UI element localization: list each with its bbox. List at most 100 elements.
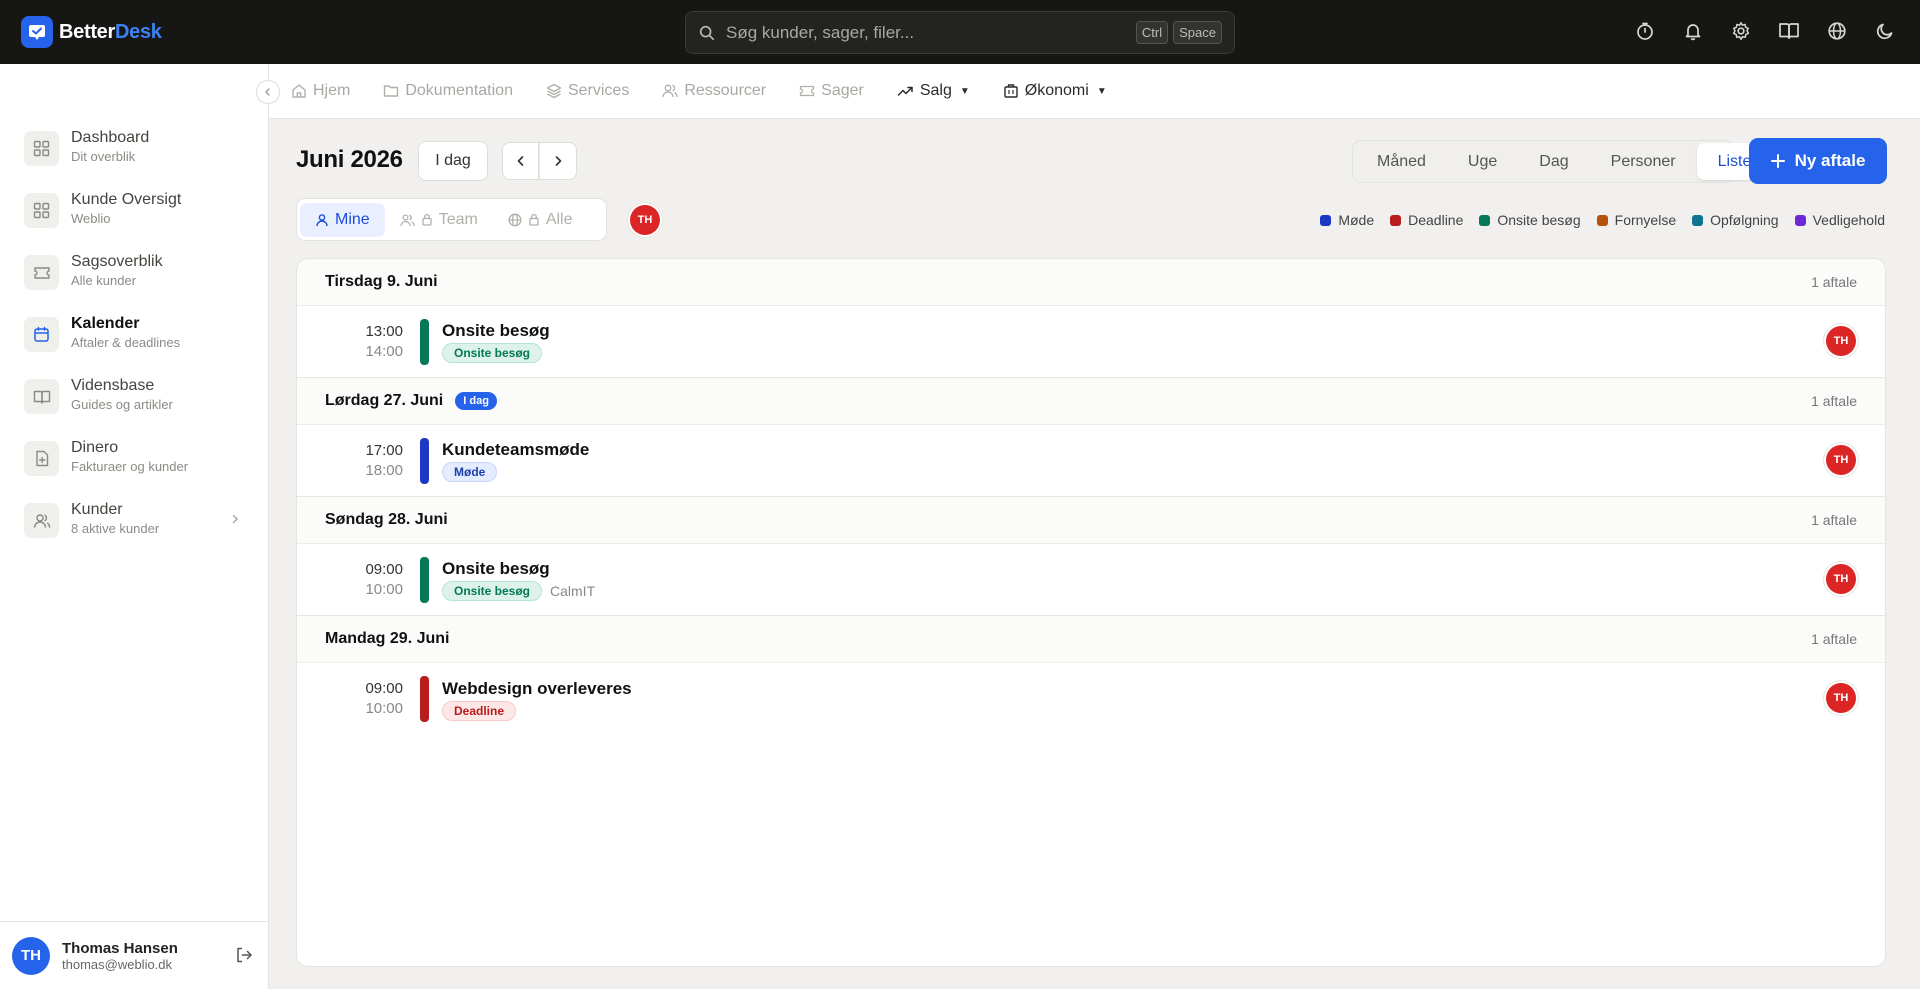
- day-header: Lørdag 27. Juni I dag 1 aftale: [297, 378, 1885, 425]
- day-header: Tirsdag 9. Juni 1 aftale: [297, 259, 1885, 306]
- top-bar: BetterDesk Ctrl Space: [0, 0, 1920, 64]
- plus-icon: [1770, 154, 1785, 168]
- avatar: TH: [1826, 445, 1856, 475]
- event-type-tag: Møde: [442, 462, 498, 482]
- sidebar-item-dinero[interactable]: Dinero Fakturaer og kunder: [24, 438, 244, 500]
- gear-icon[interactable]: [1730, 20, 1752, 42]
- sidebar-item-title: Vidensbase: [71, 377, 155, 394]
- layers-icon: [546, 83, 562, 99]
- sidebar-collapse-button[interactable]: [256, 80, 280, 104]
- sidebar-item-dashboard[interactable]: Dashboard Dit overblik: [24, 128, 244, 190]
- avatar: TH: [1826, 326, 1856, 356]
- view-month[interactable]: Måned: [1356, 143, 1447, 180]
- user-icon: [316, 213, 328, 226]
- avatar[interactable]: TH: [630, 205, 660, 235]
- scope-mine[interactable]: Mine: [300, 202, 385, 237]
- event-row[interactable]: 09:00 10:00 Onsite besøg Onsite besøg Ca…: [297, 544, 1885, 616]
- scope-label: Alle: [545, 210, 573, 228]
- event-start-time: 13:00: [365, 322, 403, 340]
- sidebar-item-subtitle: Weblio: [71, 211, 111, 226]
- subnav-services[interactable]: Services: [546, 82, 629, 100]
- subnav-label: Sager: [821, 82, 864, 99]
- sidebar-item-vidensbase[interactable]: Vidensbase Guides og artikler: [24, 376, 244, 438]
- users-icon: [400, 213, 415, 226]
- subnav-dokumentation[interactable]: Dokumentation: [383, 82, 513, 100]
- sidebar-nav: Dashboard Dit overblik Kunde Oversigt We…: [24, 128, 244, 562]
- users-icon: [24, 503, 59, 538]
- top-actions: [1634, 20, 1896, 42]
- search-input[interactable]: [726, 22, 1131, 43]
- sidebar-item-kunder[interactable]: Kunder 8 aktive kunder: [24, 500, 244, 562]
- book-icon[interactable]: [1778, 20, 1800, 42]
- legend-item: Fornyelse: [1596, 212, 1676, 228]
- globe-icon: [508, 213, 522, 226]
- event-row[interactable]: 09:00 10:00 Webdesign overleveres Deadli…: [297, 663, 1885, 735]
- new-appointment-label: Ny aftale: [1794, 151, 1866, 170]
- event-type-legend: Møde Deadline Onsite besøg Fornyelse Opf…: [1320, 212, 1885, 228]
- day-count: 1 aftale: [1811, 393, 1857, 409]
- avatar: TH: [1826, 683, 1856, 713]
- next-button[interactable]: [539, 142, 577, 180]
- globe-icon[interactable]: [1826, 20, 1848, 42]
- new-appointment-button[interactable]: Ny aftale: [1749, 138, 1887, 184]
- previous-button[interactable]: [502, 142, 539, 180]
- calendar-icon: [24, 317, 59, 352]
- event-list: Tirsdag 9. Juni 1 aftale 13:00 14:00 Ons…: [296, 258, 1886, 967]
- subnav-hjem[interactable]: Hjem: [291, 82, 350, 100]
- legend-item: Møde: [1320, 212, 1374, 228]
- scope-all[interactable]: Alle: [493, 203, 588, 237]
- lock-icon: [529, 213, 539, 226]
- brand[interactable]: BetterDesk: [21, 16, 162, 48]
- grid-icon: [24, 193, 59, 228]
- view-week[interactable]: Uge: [1447, 143, 1518, 180]
- logout-icon[interactable]: [235, 946, 253, 964]
- timer-icon[interactable]: [1634, 20, 1656, 42]
- view-people[interactable]: Personer: [1590, 143, 1697, 180]
- moon-icon[interactable]: [1874, 20, 1896, 42]
- legend-label: Deadline: [1408, 212, 1464, 228]
- ticket-icon: [799, 85, 815, 97]
- today-button[interactable]: I dag: [418, 141, 488, 181]
- event-start-time: 17:00: [365, 441, 403, 459]
- chevron-left-icon: [265, 88, 270, 96]
- sidebar-item-subtitle: Alle kunder: [71, 273, 137, 288]
- scope-filter: Mine Team Alle: [296, 198, 607, 241]
- day-title: Lørdag 27. Juni: [325, 392, 444, 409]
- subnav-salg[interactable]: Salg ▼: [897, 82, 970, 100]
- calendar-title: Juni 2026: [296, 146, 403, 173]
- event-end-time: 10:00: [365, 700, 403, 717]
- event-end-time: 18:00: [365, 461, 403, 479]
- event-type-tag: Onsite besøg: [442, 343, 543, 363]
- sidebar-item-subtitle: Guides og artikler: [71, 397, 173, 412]
- chevron-right-icon: [555, 156, 562, 166]
- event-title: Webdesign overleveres: [442, 678, 632, 698]
- event-row[interactable]: 13:00 14:00 Onsite besøg Onsite besøg TH: [297, 306, 1885, 378]
- avatar: TH: [1826, 564, 1856, 594]
- users-icon: [662, 84, 678, 98]
- legend-swatch: [1479, 214, 1491, 226]
- event-color-bar: [420, 318, 429, 365]
- sidebar-item-kunde-oversigt[interactable]: Kunde Oversigt Weblio: [24, 190, 244, 252]
- global-search[interactable]: Ctrl Space: [685, 11, 1235, 54]
- event-customer: CalmIT: [550, 583, 596, 599]
- brand-name-first: Better: [59, 20, 115, 43]
- ticket-icon: [24, 255, 59, 290]
- sidebar-item-subtitle: Fakturaer og kunder: [71, 459, 189, 474]
- event-row[interactable]: 17:00 18:00 Kundeteamsmøde Møde TH: [297, 425, 1885, 497]
- subnav-ressourcer[interactable]: Ressourcer: [662, 82, 766, 100]
- bell-icon[interactable]: [1682, 20, 1704, 42]
- scope-team[interactable]: Team: [385, 203, 493, 237]
- subnav-okonomi[interactable]: Økonomi ▼: [1003, 82, 1107, 100]
- legend-label: Møde: [1338, 212, 1375, 228]
- sidebar-item-sagsoverblik[interactable]: Sagsoverblik Alle kunder: [24, 252, 244, 314]
- event-end-time: 10:00: [365, 580, 403, 598]
- sidebar-item-title: Kalender: [71, 315, 140, 332]
- legend-item: Onsite besøg: [1479, 212, 1581, 228]
- event-type-tag: Deadline: [442, 700, 517, 721]
- brand-name: BetterDesk: [59, 21, 162, 44]
- chevron-right-icon[interactable]: [230, 514, 240, 524]
- sidebar-item-kalender[interactable]: Kalender Aftaler & deadlines: [24, 314, 244, 376]
- user-profile[interactable]: TH Thomas Hansen thomas@weblio.dk: [0, 921, 269, 989]
- subnav-sager[interactable]: Sager: [799, 82, 864, 100]
- view-day[interactable]: Dag: [1518, 143, 1589, 180]
